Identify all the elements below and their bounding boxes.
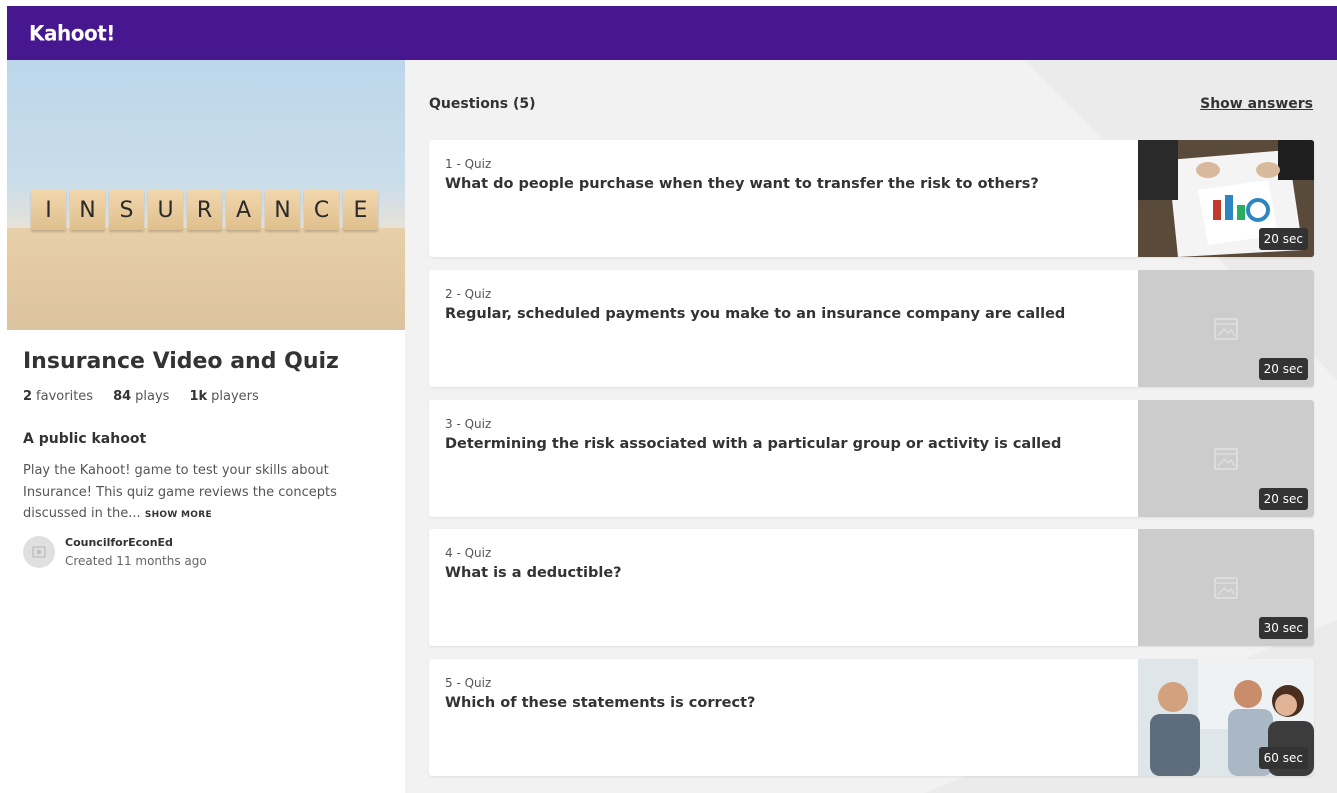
- questions-panel: Questions (5) Show answers 1 - Quiz What…: [405, 60, 1337, 793]
- players-stat: 1k players: [189, 389, 259, 404]
- letter-tile: C: [304, 190, 339, 230]
- avatar[interactable]: [23, 536, 55, 568]
- kahoot-title: Insurance Video and Quiz: [23, 349, 339, 374]
- question-text: What do people purchase when they want t…: [445, 176, 1039, 192]
- question-type: 2 - Quiz: [445, 287, 492, 301]
- kahoot-details-panel: I N S U R A N C E Insurance Video and Qu…: [7, 60, 405, 793]
- question-image-placeholder: 20 sec: [1138, 270, 1314, 387]
- question-image-placeholder: 20 sec: [1138, 400, 1314, 517]
- question-text: Determining the risk associated with a p…: [445, 436, 1062, 452]
- question-text: What is a deductible?: [445, 565, 622, 581]
- kahoot-description: Play the Kahoot! game to test your skill…: [23, 460, 383, 527]
- question-text: Which of these statements is correct?: [445, 695, 756, 711]
- time-limit-badge: 20 sec: [1258, 488, 1308, 510]
- question-card-5[interactable]: 5 - Quiz Which of these statements is co…: [429, 659, 1314, 776]
- letter-tile: R: [187, 190, 222, 230]
- time-limit-badge: 20 sec: [1258, 358, 1308, 380]
- questions-title: Questions (5): [429, 96, 536, 112]
- letter-tile: U: [148, 190, 183, 230]
- cover-image: I N S U R A N C E: [7, 60, 405, 330]
- top-bar: Kahoot!: [7, 6, 1337, 60]
- question-card-1[interactable]: 1 - Quiz What do people purchase when th…: [429, 140, 1314, 257]
- letter-tile: N: [265, 190, 300, 230]
- question-image-placeholder: 30 sec: [1138, 529, 1314, 646]
- letter-tile: I: [31, 190, 66, 230]
- time-limit-badge: 20 sec: [1258, 228, 1308, 250]
- kahoot-stats: 2 favorites 84 plays 1k players: [23, 389, 259, 404]
- question-text: Regular, scheduled payments you make to …: [445, 306, 1066, 322]
- letter-tile: S: [109, 190, 144, 230]
- show-answers-button[interactable]: Show answers: [1200, 96, 1313, 112]
- show-more-link[interactable]: SHOW MORE: [145, 510, 212, 520]
- insurance-letter-tiles: I N S U R A N C E: [31, 190, 378, 230]
- question-image: 20 sec: [1138, 140, 1314, 257]
- time-limit-badge: 60 sec: [1258, 747, 1308, 769]
- creator-name[interactable]: CouncilforEconEd: [65, 536, 207, 549]
- question-type: 4 - Quiz: [445, 546, 492, 560]
- question-card-3[interactable]: 3 - Quiz Determining the risk associated…: [429, 400, 1314, 517]
- kahoot-logo[interactable]: Kahoot!: [29, 20, 115, 45]
- question-type: 5 - Quiz: [445, 676, 492, 690]
- question-card-4[interactable]: 4 - Quiz What is a deductible? 30 sec: [429, 529, 1314, 646]
- plays-stat: 84 plays: [113, 389, 170, 404]
- created-date: Created 11 months ago: [65, 554, 207, 568]
- letter-tile: E: [343, 190, 378, 230]
- user-avatar-icon: [32, 546, 46, 558]
- visibility-label: A public kahoot: [23, 431, 147, 447]
- image-placeholder-icon: [1214, 317, 1238, 340]
- letter-tile: A: [226, 190, 261, 230]
- question-image: 60 sec: [1138, 659, 1314, 776]
- question-type: 1 - Quiz: [445, 157, 492, 171]
- favorites-stat: 2 favorites: [23, 389, 94, 404]
- question-type: 3 - Quiz: [445, 417, 492, 431]
- letter-tile: N: [70, 190, 105, 230]
- creator-info: CouncilforEconEd Created 11 months ago: [23, 536, 207, 568]
- image-placeholder-icon: [1214, 576, 1238, 599]
- image-placeholder-icon: [1214, 447, 1238, 470]
- question-card-2[interactable]: 2 - Quiz Regular, scheduled payments you…: [429, 270, 1314, 387]
- time-limit-badge: 30 sec: [1258, 617, 1308, 639]
